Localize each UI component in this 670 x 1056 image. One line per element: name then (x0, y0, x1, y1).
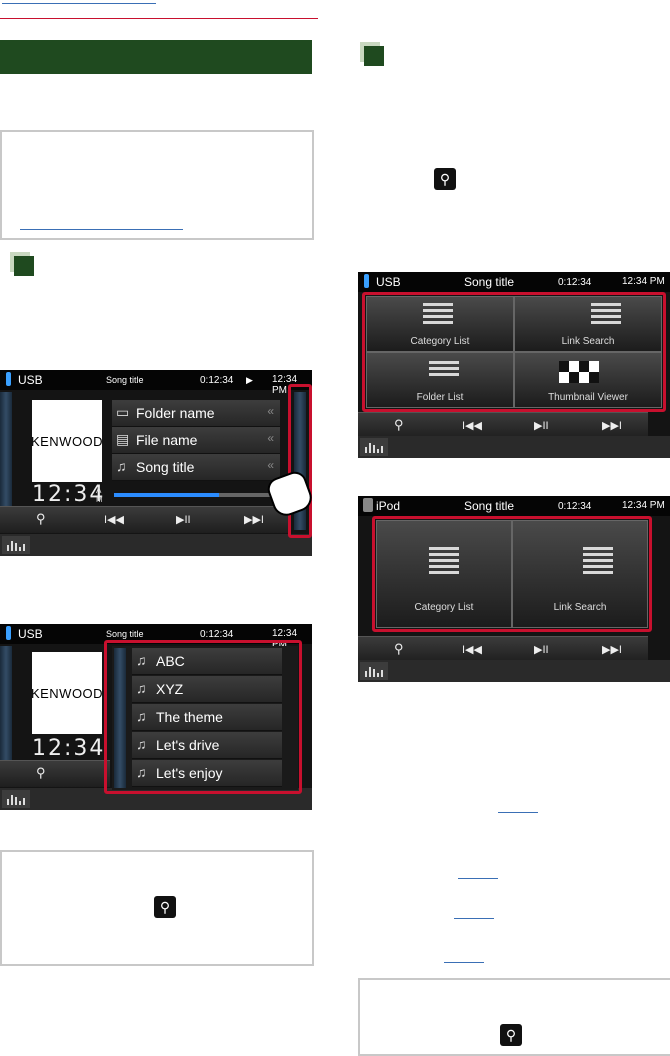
track-title: Song title (106, 629, 144, 639)
album-art: KENWOOD (31, 652, 103, 734)
previous-button[interactable]: I◀◀ (104, 513, 124, 526)
screen-ipod-search-menu: iPod Song title 0:12:34 12:34 PM Categor… (358, 496, 670, 682)
track-title: Song title (464, 499, 515, 513)
highlight-list-panel (104, 640, 302, 794)
note-box-1 (0, 130, 314, 240)
source-label: USB (18, 373, 43, 387)
elapsed-time: 0:12:34 (558, 501, 592, 512)
album-art: KENWOOD (31, 400, 103, 482)
big-clock: 12:34 (32, 736, 106, 761)
chevron-icon: « (267, 404, 274, 418)
chevron-icon: « (267, 458, 274, 472)
clock: 12:34 PM (622, 500, 665, 511)
control-bar: ⚲ I◀◀ ▶II ▶▶I (358, 636, 648, 663)
step-marker-2 (360, 42, 384, 66)
list-item-file[interactable]: ▤ File name « (112, 427, 280, 454)
play-pause-button[interactable]: ▶II (534, 643, 549, 656)
section-heading-bar (0, 40, 312, 74)
source-label: USB (376, 275, 401, 289)
big-clock: 12:34 (32, 482, 106, 507)
usb-icon (364, 274, 369, 288)
usb-icon (6, 626, 11, 640)
note1-link[interactable] (20, 229, 183, 230)
previous-button[interactable]: I◀◀ (462, 419, 482, 432)
search-icon: ⚲ (500, 1024, 522, 1046)
control-bar: ⚲ I◀◀ ▶II ▶▶I (358, 412, 648, 439)
elapsed-time: 0:12:34 (200, 375, 234, 386)
folder-icon: ▭ (116, 404, 130, 420)
step-marker-1 (10, 252, 34, 276)
screen-usb-search-menu: USB Song title 0:12:34 12:34 PM Category… (358, 272, 670, 458)
highlight-menu-grid (372, 516, 652, 632)
status-bar: USB Song title 0:12:34 12:34 PM (358, 272, 670, 292)
next-button[interactable]: ▶▶I (602, 419, 622, 432)
equalizer-icon[interactable] (2, 536, 30, 554)
note-box-2: ⚲ (0, 850, 314, 966)
clock: 12:34 PM (622, 276, 665, 287)
page-ref-link-3[interactable] (454, 918, 494, 919)
control-bar: ⚲ I◀◀ ▶II ▶▶I (0, 506, 290, 533)
play-state-icon: ▶ (246, 375, 253, 385)
search-icon[interactable]: ⚲ (36, 511, 46, 527)
next-button[interactable]: ▶▶I (244, 513, 264, 526)
list-item-folder[interactable]: ▭ Folder name « (112, 400, 280, 427)
play-pause-button[interactable]: ▶II (176, 513, 191, 526)
music-note-icon: ♫ (116, 458, 127, 474)
top-link-underline[interactable] (2, 0, 156, 4)
next-button[interactable]: ▶▶I (602, 643, 622, 656)
note-box-3: ⚲ (358, 978, 670, 1056)
section-divider (0, 18, 318, 19)
play-pause-button[interactable]: ▶II (534, 419, 549, 432)
equalizer-icon[interactable] (360, 438, 388, 456)
ipod-icon (363, 498, 373, 512)
track-title: Song title (464, 275, 515, 289)
previous-button[interactable]: I◀◀ (462, 643, 482, 656)
progress-track[interactable] (114, 493, 284, 497)
list-item-song[interactable]: ♫ Song title « (112, 454, 280, 481)
elapsed-time: 0:12:34 (558, 277, 592, 288)
file-icon: ▤ (116, 431, 130, 447)
bottom-bar (358, 660, 670, 682)
equalizer-icon[interactable] (2, 790, 30, 808)
bottom-bar (358, 436, 670, 458)
track-title: Song title (106, 375, 144, 385)
search-icon[interactable]: ⚲ (394, 641, 404, 657)
bottom-bar (0, 534, 312, 556)
left-rail[interactable] (0, 392, 12, 508)
equalizer-icon[interactable] (360, 662, 388, 680)
page-ref-link-2[interactable] (458, 878, 498, 879)
screen-usb-playback: USB Song title 0:12:34 ▶ 12:34 PM KENWOO… (0, 370, 312, 556)
page-ref-link-1[interactable] (498, 812, 538, 813)
status-bar: USB Song title 0:12:34 ▶ 12:34 PM (0, 370, 312, 396)
search-icon[interactable]: ⚲ (394, 417, 404, 433)
search-icon[interactable]: ⚲ (36, 765, 46, 781)
left-rail[interactable] (0, 646, 12, 762)
screen-usb-list: USB Song title 0:12:34 12:34 PM KENWOOD … (0, 624, 312, 810)
source-label: USB (18, 627, 43, 641)
page-ref-link-4[interactable] (444, 962, 484, 963)
usb-icon (6, 372, 11, 386)
search-icon: ⚲ (434, 168, 456, 190)
chevron-icon: « (267, 431, 274, 445)
elapsed-time: 0:12:34 (200, 629, 234, 640)
progress-fill (114, 493, 220, 497)
highlight-right-rail (288, 384, 312, 538)
am-pm-indicator: AM (96, 486, 103, 504)
source-label: iPod (376, 499, 401, 513)
status-bar: iPod Song title 0:12:34 12:34 PM (358, 496, 670, 516)
highlight-menu-grid (362, 292, 666, 412)
control-bar: ⚲ (0, 760, 110, 787)
search-icon: ⚲ (154, 896, 176, 918)
